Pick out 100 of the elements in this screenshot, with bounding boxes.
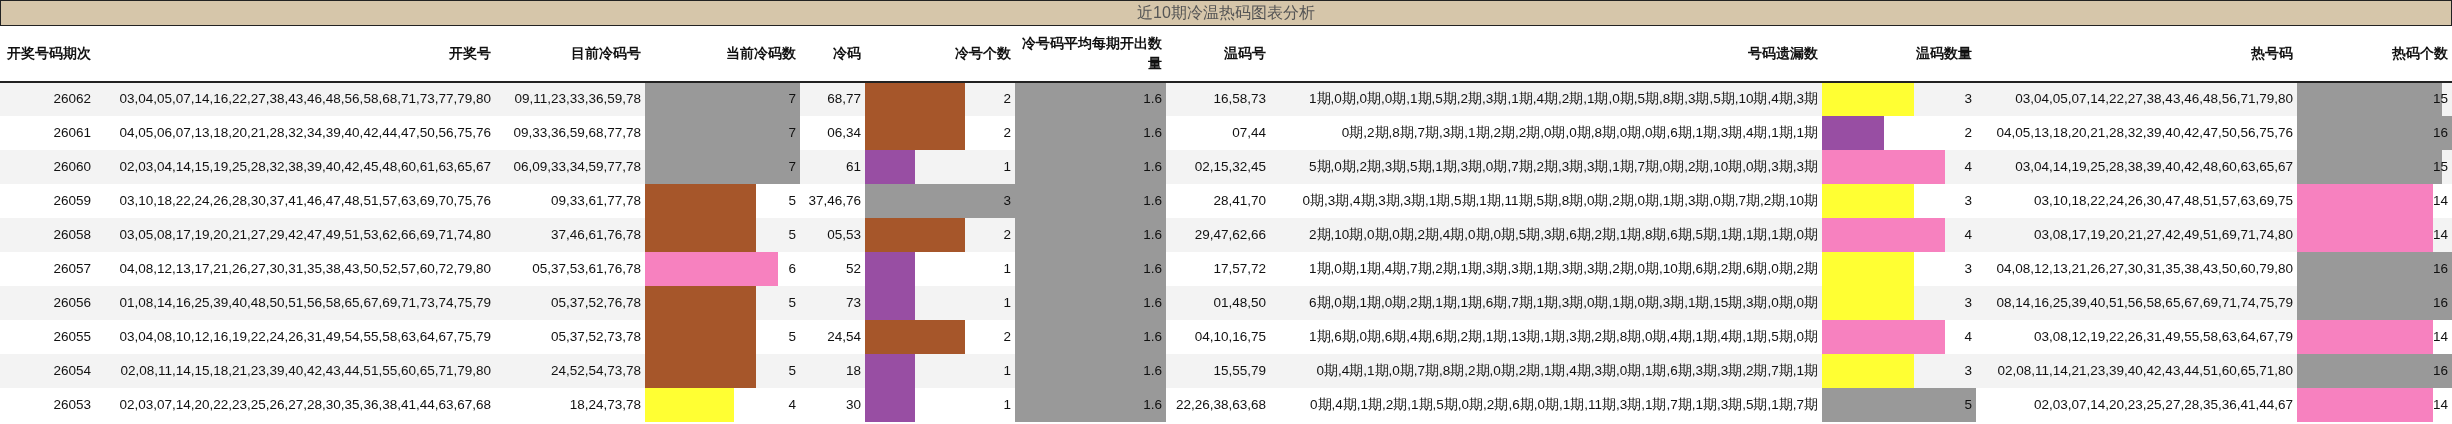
column-header: 开奖号 xyxy=(449,44,491,63)
count-value: 16 xyxy=(2432,293,2449,312)
count-value: 1.6 xyxy=(1143,327,1163,346)
omission-list: 5期,0期,2期,3期,5期,1期,3期,0期,7期,2期,3期,3期,1期,7期,0期,2期,10期,0期,3期,3期 xyxy=(1309,158,1818,174)
omission-list: 0期,4期,1期,2期,1期,5期,0期,2期,6期,0期,1期,11期,3期,1期,7期,1期,3期,5期,1期,7期 xyxy=(1310,396,1818,412)
omission-list: 1期,0期,0期,0期,1期,5期,2期,3期,1期,4期,2期,1期,0期,5期,8期,3期,5期,10期,4期,3期 xyxy=(1309,91,1818,107)
number-list: 16,58,73 xyxy=(1213,91,1266,107)
number-list: 18 xyxy=(845,362,861,378)
count-value: 1.6 xyxy=(1143,90,1163,109)
period-number: 26056 xyxy=(53,294,91,310)
number-list: 09,11,23,33,36,59,78 xyxy=(514,91,641,107)
count-value: 1.6 xyxy=(1143,123,1163,142)
number-list: 15,55,79 xyxy=(1213,362,1266,378)
number-list: 03,04,05,07,14,16,22,27,38,43,46,48,56,58,68,71,73,77,79,80 xyxy=(119,91,491,107)
count-value: 1.6 xyxy=(1143,395,1163,414)
count-value: 14 xyxy=(2432,225,2449,244)
number-list: 18,24,73,78 xyxy=(569,396,641,412)
count-value: 1 xyxy=(1003,157,1012,176)
number-list: 07,44 xyxy=(1232,124,1266,140)
count-value: 2 xyxy=(1003,123,1012,142)
number-list: 03,08,17,19,20,21,27,42,49,51,69,71,74,80 xyxy=(2034,226,2293,242)
omission-list: 0期,2期,8期,7期,3期,1期,2期,2期,0期,0期,8期,0期,0期,6期,1期,3期,4期,1期,1期 xyxy=(1341,124,1818,140)
count-value: 1 xyxy=(1003,361,1012,380)
period-number: 26058 xyxy=(53,226,91,242)
count-value: 5 xyxy=(788,293,797,312)
number-list: 68,77 xyxy=(827,91,861,107)
count-value: 1.6 xyxy=(1143,361,1163,380)
count-value: 14 xyxy=(2432,395,2449,414)
number-list: 02,15,32,45 xyxy=(1194,158,1266,174)
count-value: 4 xyxy=(1964,157,1973,176)
number-list: 24,54 xyxy=(827,328,861,344)
number-list: 02,03,07,14,20,22,23,25,26,27,28,30,35,36,38,41,44,63,67,68 xyxy=(119,396,491,412)
number-list: 22,26,38,63,68 xyxy=(1175,396,1266,412)
column-header: 号码遗漏数 xyxy=(1748,44,1818,63)
omission-list: 0期,3期,4期,3期,3期,1期,5期,1期,11期,5期,8期,0期,2期,0期,1期,3期,0期,7期,2期,10期 xyxy=(1302,192,1818,208)
count-value: 3 xyxy=(1964,191,1973,210)
count-value: 4 xyxy=(1964,327,1973,346)
column-header: 热号码 xyxy=(2251,44,2293,63)
number-list: 03,10,18,22,24,26,28,30,37,41,46,47,48,51,57,63,69,70,75,76 xyxy=(119,192,491,208)
number-list: 03,04,14,19,25,28,38,39,40,42,48,60,63,65,67 xyxy=(2015,158,2293,174)
count-value: 6 xyxy=(788,259,797,278)
count-value: 2 xyxy=(1003,225,1012,244)
number-list: 28,41,70 xyxy=(1213,192,1266,208)
count-value: 16 xyxy=(2432,361,2449,380)
number-list: 37,46,61,76,78 xyxy=(550,226,641,242)
count-value: 14 xyxy=(2432,327,2449,346)
number-list: 03,08,12,19,22,26,31,49,55,58,63,64,67,79 xyxy=(2034,328,2293,344)
column-header: 开奖号码期次 xyxy=(7,44,91,63)
number-list: 03,04,08,10,12,16,19,22,24,26,31,49,54,55,58,63,64,67,75,79 xyxy=(119,328,491,344)
number-list: 03,10,18,22,24,26,30,47,48,51,57,63,69,75 xyxy=(2034,192,2293,208)
count-value: 14 xyxy=(2432,191,2449,210)
number-list: 24,52,54,73,78 xyxy=(550,362,641,378)
number-list: 37,46,76 xyxy=(808,192,861,208)
count-value: 5 xyxy=(788,225,797,244)
column-header: 当前冷码数 xyxy=(726,44,796,63)
number-list: 05,37,53,61,76,78 xyxy=(532,260,641,276)
column-header: 温码号 xyxy=(1224,44,1266,63)
number-list: 17,57,72 xyxy=(1213,260,1266,276)
number-list: 04,05,13,18,20,21,28,32,39,40,42,47,50,56,75,76 xyxy=(1996,124,2293,140)
omission-list: 1期,0期,1期,4期,7期,2期,1期,3期,3期,1期,3期,3期,2期,0期,10期,6期,2期,6期,0期,2期 xyxy=(1309,260,1818,276)
period-number: 26053 xyxy=(53,396,91,412)
count-value: 1.6 xyxy=(1143,293,1163,312)
column-header: 冷号个数 xyxy=(955,44,1011,63)
period-number: 26059 xyxy=(53,192,91,208)
count-value: 3 xyxy=(1003,191,1012,210)
period-number: 26055 xyxy=(53,328,91,344)
count-value: 1.6 xyxy=(1143,157,1163,176)
count-value: 1.6 xyxy=(1143,259,1163,278)
count-value: 1 xyxy=(1003,395,1012,414)
number-list: 01,48,50 xyxy=(1213,294,1266,310)
count-value: 5 xyxy=(788,361,797,380)
number-list: 08,14,16,25,39,40,51,56,58,65,67,69,71,74,75,79 xyxy=(1996,294,2293,310)
period-number: 26062 xyxy=(53,91,91,107)
number-list: 09,33,36,59,68,77,78 xyxy=(513,124,641,140)
count-value: 4 xyxy=(1964,225,1973,244)
number-list: 01,08,14,16,25,39,40,48,50,51,56,58,65,67,69,71,73,74,75,79 xyxy=(119,294,491,310)
omission-list: 0期,4期,1期,0期,7期,8期,2期,0期,2期,1期,4期,3期,0期,1期,6期,3期,3期,2期,7期,1期 xyxy=(1316,362,1818,378)
number-list: 06,34 xyxy=(827,124,861,140)
number-list: 30 xyxy=(845,396,861,412)
number-list: 04,10,16,75 xyxy=(1194,328,1266,344)
column-header: 目前冷码号 xyxy=(571,44,641,63)
count-value: 3 xyxy=(1964,90,1973,109)
period-number: 26060 xyxy=(53,158,91,174)
count-value: 7 xyxy=(788,157,797,176)
count-value: 2 xyxy=(1003,90,1012,109)
number-list: 02,08,11,14,21,23,39,40,42,43,44,51,60,65,71,80 xyxy=(1997,362,2293,378)
number-list: 29,47,62,66 xyxy=(1194,226,1266,242)
column-header: 冷码 xyxy=(833,44,861,63)
count-value: 7 xyxy=(788,123,797,142)
number-list: 05,53 xyxy=(827,226,861,242)
count-value: 16 xyxy=(2432,123,2449,142)
omission-list: 1期,6期,0期,6期,4期,6期,2期,1期,13期,1期,3期,2期,8期,0期,4期,1期,4期,1期,5期,0期 xyxy=(1309,328,1818,344)
number-list: 04,05,06,07,13,18,20,21,28,32,34,39,40,42,44,47,50,56,75,76 xyxy=(119,124,491,140)
count-value: 3 xyxy=(1964,361,1973,380)
count-value: 1.6 xyxy=(1143,191,1163,210)
number-list: 03,05,08,17,19,20,21,27,29,42,47,49,51,53,62,66,69,71,74,80 xyxy=(119,226,491,242)
count-value: 1 xyxy=(1003,259,1012,278)
number-list: 04,08,12,13,21,26,27,30,31,35,38,43,50,60,79,80 xyxy=(1996,260,2293,276)
count-value: 4 xyxy=(788,395,797,414)
count-value: 5 xyxy=(1964,395,1973,414)
